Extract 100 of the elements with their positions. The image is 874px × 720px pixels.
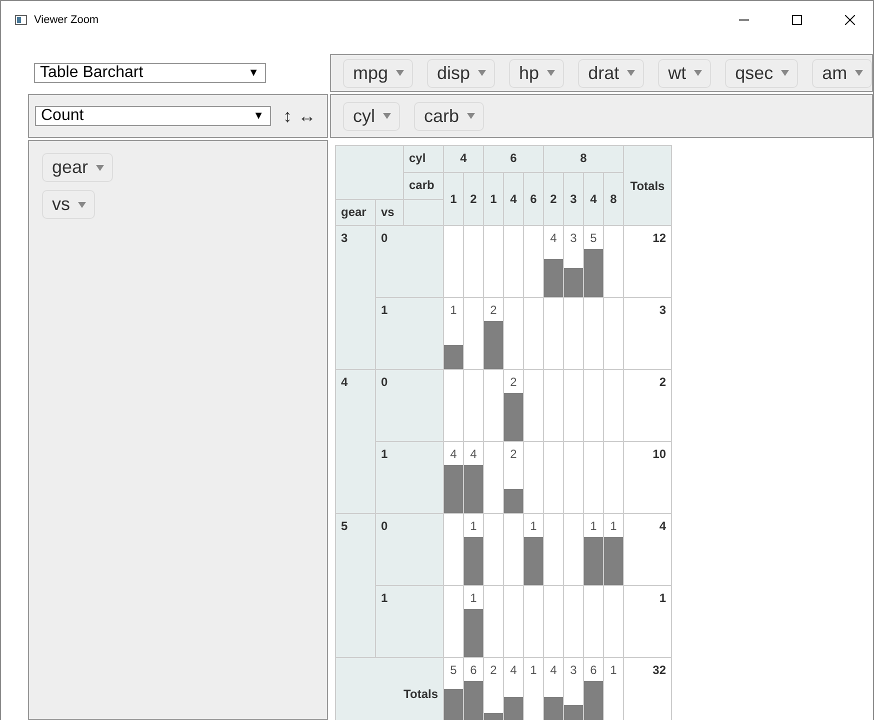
table-cell [604,226,624,298]
table-cell [604,298,624,370]
table-cell: 2 [504,370,524,442]
table-cell: 4 [444,442,464,514]
table-cell: 4 [544,226,564,298]
maximize-icon[interactable] [792,14,802,24]
table-cell: 4 [544,658,564,720]
row-header: 0 [376,226,444,298]
row-field-label: gear [336,200,376,226]
table-cell: 1 [444,298,464,370]
table-cell [484,514,504,586]
field-chip[interactable]: qsec [725,58,798,88]
row-header: 1 [376,298,444,370]
bar [584,537,603,585]
caret-icon [96,164,104,170]
field-chip[interactable]: cyl [343,102,400,130]
table-cell [464,226,484,298]
table-cell: 5 [444,658,464,720]
table-cell [524,370,544,442]
table-cell: 1 [604,514,624,586]
table-cell: 1 [464,514,484,586]
total-cell: 3 [624,298,672,370]
table-cell [544,298,564,370]
total-cell: 10 [624,442,672,514]
app-icon [15,14,27,24]
bar [444,465,463,513]
column-header: 4 [504,172,524,226]
table-cell [544,514,564,586]
total-cell: 12 [624,226,672,298]
col-order-toggle[interactable]: ↔ [298,106,316,126]
caret-icon [855,70,864,76]
table-cell: 2 [484,658,504,720]
total-cell: 1 [624,586,672,658]
bar [464,609,483,657]
table-cell [544,586,564,658]
column-field-label: cyl [404,146,444,172]
close-icon[interactable] [845,14,855,24]
row-header: 1 [376,586,444,658]
table-cell [524,586,544,658]
table-cell [544,370,564,442]
caret-icon [627,70,636,76]
table-cell [444,226,464,298]
table-cell: 1 [524,514,544,586]
table-cell: 4 [504,658,524,720]
row-header: 0 [376,514,444,586]
caret-icon [547,70,556,76]
caret-icon [396,70,404,76]
row-header: 4 [336,370,376,514]
caret-icon [467,113,476,119]
column-header: 2 [544,172,564,226]
field-chip[interactable]: disp [427,58,496,88]
table-cell [444,370,464,442]
field-chip[interactable]: am [812,58,872,88]
table-cell: 6 [464,658,484,720]
field-chip[interactable]: carb [414,102,484,130]
table-cell [524,298,544,370]
field-chip[interactable]: drat [578,58,644,88]
column-header: 4 [444,146,484,172]
bar [444,345,463,369]
table-cell [484,226,504,298]
column-header: 1 [444,172,464,226]
row-order-toggle[interactable]: ↕ [283,106,292,126]
field-chip[interactable]: wt [658,58,712,88]
totals-header: Totals [624,146,672,226]
table-cell [564,442,584,514]
column-header: 4 [584,172,604,226]
table-cell [564,586,584,658]
table-cell: 3 [564,658,584,720]
table-cell [564,370,584,442]
field-chip[interactable]: vs [42,190,95,219]
bar [464,465,483,513]
bar [484,321,503,369]
table-cell [504,226,524,298]
column-header: 8 [604,172,624,226]
column-header: 2 [464,172,484,226]
renderer-dropdown[interactable]: Table Barchart ▼ [34,63,266,83]
field-chip[interactable]: hp [509,58,564,88]
bar [604,537,623,585]
table-cell: 4 [464,442,484,514]
row-header: 1 [376,442,444,514]
table-cell [544,442,564,514]
table-cell [604,370,624,442]
caret-icon [78,202,86,208]
table-cell: 3 [564,226,584,298]
table-cell [604,442,624,514]
caret-icon [694,70,702,76]
bar [524,537,543,585]
header-cell [336,146,404,200]
field-chip[interactable]: gear [42,153,114,182]
column-header: 1 [484,172,504,226]
total-cell: 2 [624,370,672,442]
table-cell [584,586,604,658]
table-cell: 2 [484,298,504,370]
table-cell [464,370,484,442]
table-cell: 2 [504,442,524,514]
field-chip[interactable]: mpg [343,58,414,88]
aggregator-dropdown[interactable]: Count ▼ [35,106,271,126]
bar [504,489,523,513]
table-cell: 6 [584,658,604,720]
table-cell [504,586,524,658]
